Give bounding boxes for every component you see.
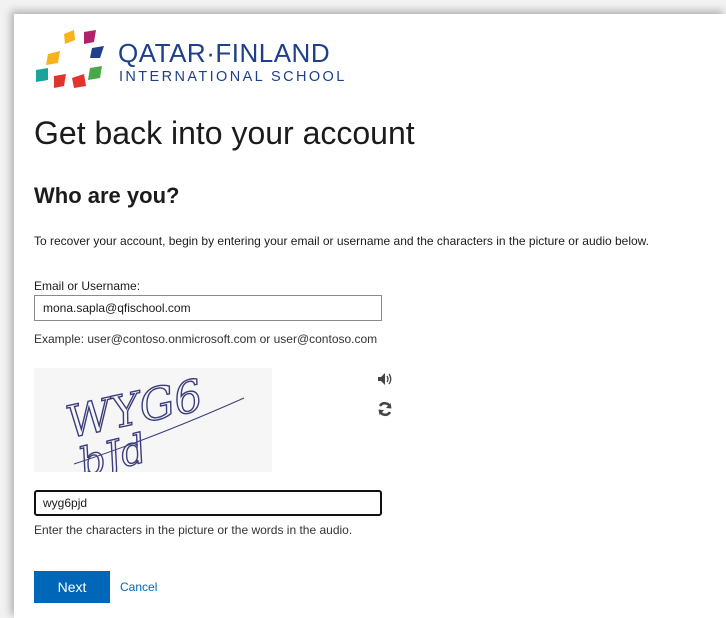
email-label: Email or Username: xyxy=(34,279,141,293)
next-button[interactable]: Next xyxy=(34,571,110,603)
password-reset-card: QATAR·FINLAND INTERNATIONAL SCHOOL Get b… xyxy=(14,14,726,618)
captcha-hint-text: Enter the characters in the picture or t… xyxy=(34,523,353,537)
instructions-text: To recover your account, begin by enteri… xyxy=(34,234,650,248)
school-logo: QATAR·FINLAND INTERNATIONAL SCHOOL xyxy=(34,26,354,100)
logo-name: QATAR·FINLAND xyxy=(118,38,331,68)
page-subtitle: Who are you? xyxy=(34,183,180,208)
logo-subtitle: INTERNATIONAL SCHOOL xyxy=(119,69,347,85)
captcha-image: WYG6 bJd xyxy=(34,368,272,487)
email-example-text: Example: user@contoso.onmicrosoft.com or… xyxy=(34,332,378,346)
speaker-icon[interactable] xyxy=(376,370,394,388)
captcha-answer-field[interactable] xyxy=(34,490,382,516)
page-title: Get back into your account xyxy=(34,115,415,151)
email-field[interactable] xyxy=(34,295,382,321)
logo-mark-icon xyxy=(36,30,104,88)
cancel-link[interactable]: Cancel xyxy=(120,580,157,594)
refresh-icon[interactable] xyxy=(376,400,394,418)
